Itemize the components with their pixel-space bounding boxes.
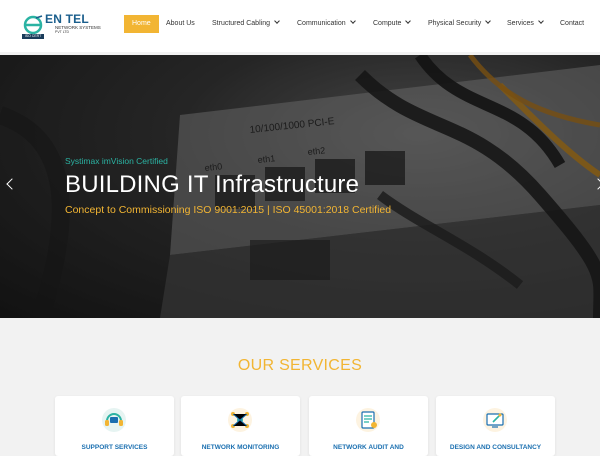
logo-subtitle-2: PVT LTD [55, 30, 70, 34]
nav-about[interactable]: About Us [166, 15, 195, 33]
service-card-network-audit[interactable]: NETWORK AUDIT AND [309, 396, 428, 456]
design-consultancy-icon [483, 408, 507, 432]
network-audit-icon [356, 408, 380, 432]
nav-physical-security[interactable]: Physical Security [428, 15, 492, 33]
nav-structured-cabling-label: Structured Cabling [212, 20, 270, 27]
nav-contact[interactable]: Contact [560, 15, 584, 33]
nav-structured-cabling[interactable]: Structured Cabling [212, 15, 280, 33]
service-card-network-monitoring[interactable]: NETWORK MONITORING [181, 396, 300, 456]
chevron-down-icon [485, 18, 492, 24]
chevron-down-icon [274, 18, 280, 24]
nav-contact-label: Contact [560, 20, 585, 27]
service-card-design-consultancy[interactable]: DESIGN AND CONSULTANCY [436, 396, 555, 456]
network-monitoring-icon [228, 408, 252, 432]
nav-services[interactable]: Services [507, 15, 544, 33]
chevron-down-icon [405, 18, 412, 24]
nav-compute-label: Compute [373, 20, 402, 27]
logo-tag: ISO CERT [22, 34, 44, 39]
hero-subtitle: Concept to Commissioning ISO 9001:2015 |… [65, 204, 392, 216]
nav-communication[interactable]: Communication [297, 15, 356, 33]
nav-home-label: Home [132, 20, 151, 27]
services-heading: OUR SERVICES [237, 357, 363, 374]
chevron-down-icon [538, 18, 544, 24]
nav-services-label: Services [507, 20, 534, 27]
nav-about-label: About Us [166, 20, 195, 27]
nav-compute[interactable]: Compute [373, 15, 412, 33]
nav-physical-security-label: Physical Security [428, 20, 482, 27]
site-header: ISO CERT EN TEL NETWORK SYSTEMS PVT LTD … [0, 0, 600, 52]
service-card-support[interactable]: SUPPORT SERVICES [55, 396, 174, 456]
site-logo[interactable]: ISO CERT EN TEL NETWORK SYSTEMS PVT LTD [22, 12, 102, 40]
chevron-down-icon [349, 18, 356, 24]
logo-name: EN TEL [45, 12, 89, 26]
nav-communication-label: Communication [297, 20, 346, 27]
hero-title: BUILDING IT Infrastructure [65, 171, 360, 198]
hero-kicker: Systimax imVision Certified [65, 156, 168, 166]
nav-home[interactable]: Home [124, 15, 159, 33]
headset-support-icon [102, 408, 126, 432]
